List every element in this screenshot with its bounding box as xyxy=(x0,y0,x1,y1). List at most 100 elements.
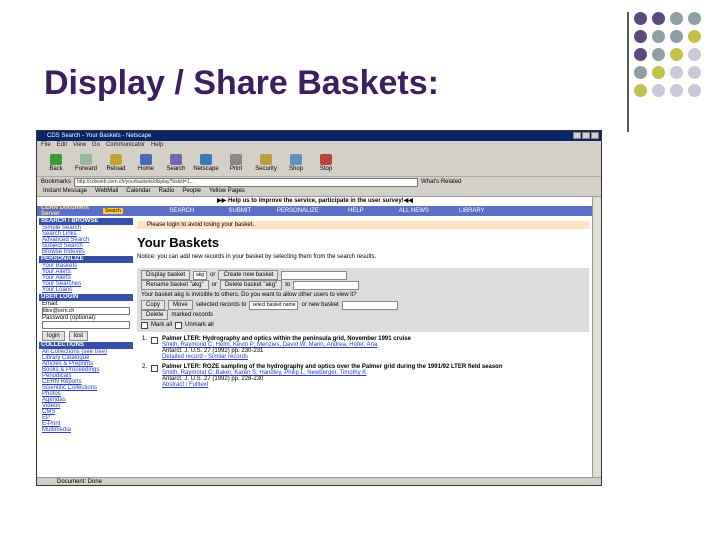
minimize-button[interactable] xyxy=(573,132,581,139)
decorative-dot xyxy=(670,12,683,25)
record-checkbox[interactable] xyxy=(151,365,158,372)
cds-search-badge[interactable]: Search xyxy=(103,208,123,214)
left-sidebar: SEARCH / BROWSE Simple Search Search Lin… xyxy=(39,217,133,475)
menu-edit[interactable]: Edit xyxy=(57,141,67,150)
display-basket-button[interactable]: Display basket xyxy=(141,270,191,280)
record-number: 2. xyxy=(141,364,147,370)
target-basket-select[interactable]: select basket name xyxy=(249,300,299,310)
menu-file[interactable]: File xyxy=(41,141,51,150)
move-button[interactable]: Move xyxy=(168,300,193,310)
nav-submit[interactable]: SUBMIT xyxy=(211,208,269,214)
cds-logo[interactable]: CERN Document Server xyxy=(37,205,103,217)
record-links[interactable]: Detailed record - Similar records xyxy=(162,354,248,360)
record-list: 1. Palmer LTER: Hydrography and optics w… xyxy=(137,336,589,388)
netscape-button[interactable]: Netscape xyxy=(193,154,219,172)
decorative-dot xyxy=(688,84,701,97)
window-titlebar: CDS Search - Your Baskets - Netscape xyxy=(37,131,601,141)
delete-basket-button[interactable]: Delete basket "akg" xyxy=(219,280,283,290)
whats-related-button[interactable]: What's Related xyxy=(421,179,462,185)
unmark-all-label[interactable]: Unmark all xyxy=(185,322,214,328)
login-warning: Please login to avoid losing your basket… xyxy=(137,221,589,229)
personal-yellow-pages[interactable]: Yellow Pages xyxy=(209,187,245,196)
decorative-dot xyxy=(652,12,665,25)
sidebar-link-your-loans[interactable]: Your Loans xyxy=(39,287,133,293)
reload-button[interactable]: Reload xyxy=(105,154,127,172)
delete-records-button[interactable]: Delete xyxy=(141,310,169,320)
nav-search[interactable]: SEARCH xyxy=(153,208,211,214)
back-button[interactable]: Back xyxy=(45,154,67,172)
decorative-dot xyxy=(634,66,647,79)
forward-icon xyxy=(80,154,92,165)
personal-calendar[interactable]: Calendar xyxy=(126,187,150,196)
page-title: Your Baskets xyxy=(137,235,220,250)
nav-library[interactable]: LIBRARY xyxy=(443,208,501,214)
decorative-dot xyxy=(688,30,701,43)
personal-people[interactable]: People xyxy=(182,187,201,196)
sidebar-link-browse-indexes[interactable]: Browse Indexes xyxy=(39,249,133,255)
personal-webmail[interactable]: WebMail xyxy=(95,187,118,196)
security-button[interactable]: Security xyxy=(255,154,277,172)
decorative-dot xyxy=(634,48,647,61)
visibility-notice[interactable]: Your basket akg is invisible to others. … xyxy=(141,290,585,300)
print-icon xyxy=(230,154,242,165)
lost-password-button[interactable]: lost xyxy=(68,331,89,341)
mark-all-label[interactable]: Mark all xyxy=(151,322,172,328)
record-number: 1. xyxy=(141,336,147,342)
personal-radio[interactable]: Radio xyxy=(159,187,175,196)
new-target-basket-input[interactable] xyxy=(341,300,398,310)
print-button[interactable]: Print xyxy=(225,154,247,172)
list-item: 2. Palmer LTER: ROZE sampling of the hyd… xyxy=(137,364,589,388)
shop-button[interactable]: Shop xyxy=(285,154,307,172)
user-login-header: USER LOGIN xyxy=(39,294,133,301)
browser-screenshot: CDS Search - Your Baskets - Netscape Fil… xyxy=(36,130,602,486)
stop-icon xyxy=(320,154,332,165)
reload-icon xyxy=(110,154,122,165)
vertical-scrollbar[interactable] xyxy=(592,197,601,477)
sidebar-collection-link[interactable]: Multimedia xyxy=(39,427,133,433)
email-field[interactable]: tibor@cern.ch xyxy=(42,307,130,315)
home-icon xyxy=(140,154,152,165)
forward-button[interactable]: Forward xyxy=(75,154,97,172)
mark-all-checkbox[interactable] xyxy=(141,322,148,329)
or-label: or xyxy=(210,272,216,278)
unmark-all-checkbox[interactable] xyxy=(175,322,183,329)
login-button[interactable]: login xyxy=(42,331,65,341)
location-input[interactable]: http://cdsweb.cern.ch/yourbaskets/displa… xyxy=(74,177,419,187)
nav-personalize[interactable]: PERSONALIZE xyxy=(269,208,327,214)
shop-label: Shop xyxy=(288,166,303,172)
bookmarks-button[interactable]: Bookmarks xyxy=(41,179,71,185)
record-links[interactable]: Abstract / Fulltext xyxy=(162,382,208,388)
maximize-button[interactable] xyxy=(582,132,590,139)
lock-icon xyxy=(260,154,272,165)
shop-icon xyxy=(290,154,302,165)
rename-input[interactable] xyxy=(293,280,360,290)
stop-button[interactable]: Stop xyxy=(315,154,337,172)
netscape-icon xyxy=(200,154,212,165)
decorative-dot xyxy=(634,30,647,43)
home-button[interactable]: Home xyxy=(135,154,157,172)
personal-instant-message[interactable]: Instant Message xyxy=(43,187,87,196)
basket-notice: Notice: you can add new records in your … xyxy=(137,254,377,260)
password-field[interactable] xyxy=(42,321,130,329)
personalize-header: PERSONALIZE xyxy=(39,256,133,263)
menu-go[interactable]: Go xyxy=(92,141,100,150)
create-basket-button[interactable]: Create new basket xyxy=(218,270,279,280)
search-button[interactable]: Search xyxy=(165,154,187,172)
menu-view[interactable]: View xyxy=(73,141,86,150)
close-button[interactable] xyxy=(591,132,599,139)
record-checkbox[interactable] xyxy=(151,337,158,344)
decorative-dot xyxy=(652,30,665,43)
menu-communicator[interactable]: Communicator xyxy=(106,141,145,150)
nav-help[interactable]: HELP xyxy=(327,208,385,214)
menu-help[interactable]: Help xyxy=(151,141,163,150)
selected-records-label: selected records to xyxy=(195,302,247,308)
nav-all-news[interactable]: ALL NEWS xyxy=(385,208,443,214)
copy-button[interactable]: Copy xyxy=(141,300,166,310)
page-content: ▶▶ Help us to improve the service, parti… xyxy=(37,197,593,477)
rename-basket-button[interactable]: Rename basket "akg" xyxy=(141,280,209,290)
new-basket-input[interactable] xyxy=(281,270,348,280)
basket-select[interactable]: akg xyxy=(193,270,208,280)
decorative-dot xyxy=(634,84,647,97)
title-divider xyxy=(627,12,629,132)
survey-banner[interactable]: ▶▶ Help us to improve the service, parti… xyxy=(37,197,593,206)
